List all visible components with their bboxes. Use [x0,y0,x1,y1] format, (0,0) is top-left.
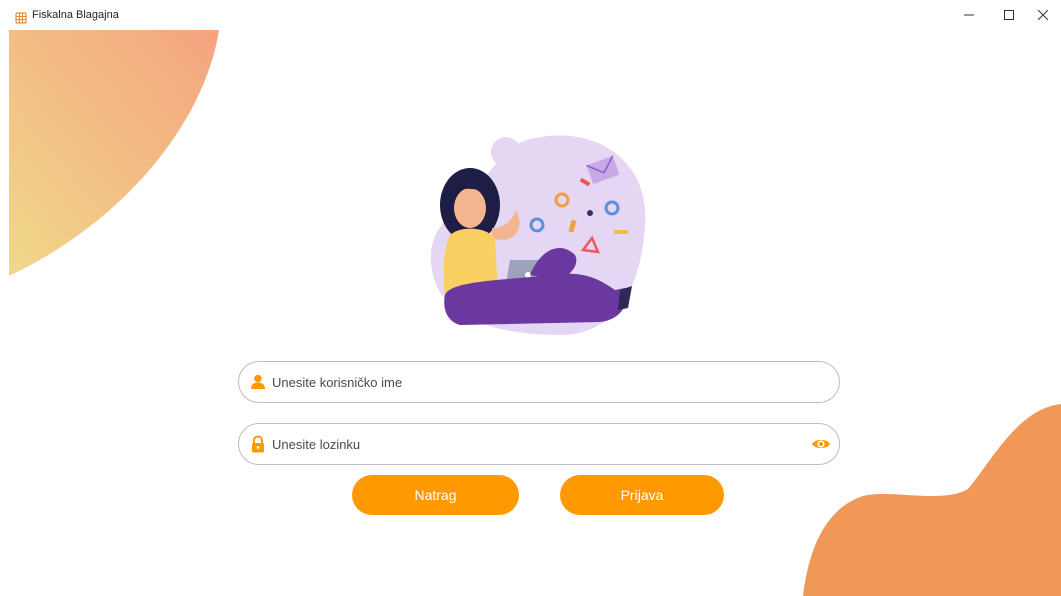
app-logo-icon [15,12,27,24]
login-button[interactable]: Prijava [560,475,724,515]
woman-with-laptop-illustration [430,135,646,335]
user-icon [251,374,265,389]
maximize-button[interactable] [992,0,1026,30]
maximize-icon [1004,10,1014,20]
minimize-icon [964,14,974,16]
username-input[interactable] [272,362,792,402]
back-button[interactable]: Natrag [352,475,519,515]
close-icon [1038,10,1048,20]
close-button[interactable] [1026,0,1060,30]
decorative-blob-bottom-right [803,404,1061,596]
username-field[interactable] [238,361,840,403]
decorative-blob-top-left [9,30,219,276]
window-title: Fiskalna Blagajna [32,9,119,21]
title-bar: Fiskalna Blagajna [0,0,1061,30]
lock-icon [252,435,264,453]
eye-icon[interactable] [811,436,831,452]
password-input[interactable] [272,424,792,464]
password-field[interactable] [238,423,840,465]
minimize-button[interactable] [952,0,986,30]
